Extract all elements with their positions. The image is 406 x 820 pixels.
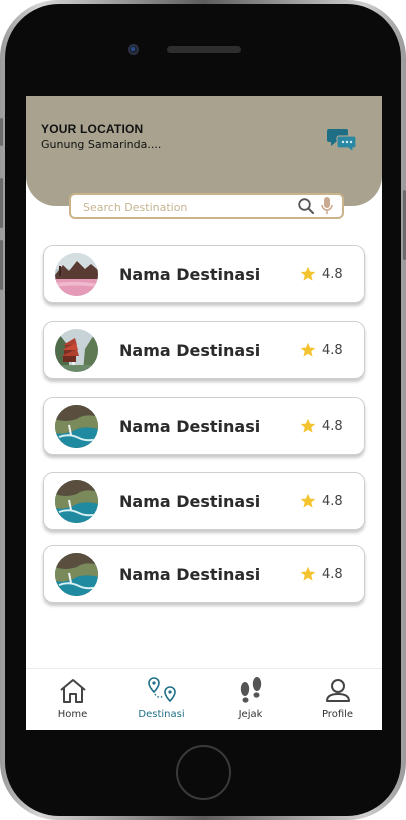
destination-thumbnail xyxy=(55,253,98,296)
destination-card[interactable]: Nama Destinasi 4.8 xyxy=(43,321,365,379)
search-input[interactable] xyxy=(81,197,285,217)
location-value[interactable]: Gunung Samarinda.... xyxy=(41,138,161,151)
star-icon xyxy=(300,418,316,433)
tab-destinasi[interactable]: Destinasi xyxy=(117,669,206,730)
destination-card[interactable]: Nama Destinasi 4.8 xyxy=(43,245,365,303)
destination-thumbnail xyxy=(55,405,98,448)
star-icon xyxy=(300,266,316,281)
map-pin-route-icon xyxy=(148,677,176,703)
destination-name: Nama Destinasi xyxy=(119,492,261,511)
tab-label: Profile xyxy=(321,709,354,720)
tab-label: Destinasi xyxy=(138,709,185,720)
location-label: YOUR LOCATION xyxy=(41,122,144,136)
volume-up-button xyxy=(0,178,3,228)
destination-name: Nama Destinasi xyxy=(119,565,261,584)
tab-label: Jejak xyxy=(238,709,263,720)
front-camera xyxy=(128,44,139,55)
rating-value: 4.8 xyxy=(322,567,343,582)
destination-thumbnail xyxy=(55,480,98,523)
rating-value: 4.8 xyxy=(322,343,343,358)
search-icon[interactable] xyxy=(297,197,315,215)
mute-switch xyxy=(0,118,3,146)
home-button[interactable] xyxy=(176,745,231,800)
earpiece-speaker xyxy=(167,46,241,53)
home-icon xyxy=(60,679,86,703)
destination-card[interactable]: Nama Destinasi 4.8 xyxy=(43,397,365,455)
tab-profile[interactable]: Profile xyxy=(293,669,382,730)
rating-value: 4.8 xyxy=(322,419,343,434)
destination-name: Nama Destinasi xyxy=(119,417,261,436)
volume-down-button xyxy=(0,240,3,290)
profile-icon xyxy=(326,679,350,702)
tab-home[interactable]: Home xyxy=(28,669,117,730)
tab-label: Home xyxy=(57,709,88,720)
destination-card[interactable]: Nama Destinasi 4.8 xyxy=(43,545,365,603)
tab-jejak[interactable]: Jejak xyxy=(206,669,295,730)
app-screen: YOUR LOCATION Gunung Samarinda.... Searc… xyxy=(26,96,382,730)
destination-name: Nama Destinasi xyxy=(119,265,261,284)
destination-name: Nama Destinasi xyxy=(119,341,261,360)
location-header: YOUR LOCATION Gunung Samarinda.... xyxy=(26,96,382,206)
star-icon xyxy=(300,493,316,508)
rating-value: 4.8 xyxy=(322,267,343,282)
star-icon xyxy=(300,566,316,581)
star-icon xyxy=(300,342,316,357)
bottom-tab-bar: Home Destinasi Jejak Profile xyxy=(26,668,382,730)
microphone-icon[interactable] xyxy=(320,196,334,216)
chat-bubbles-icon[interactable] xyxy=(327,127,357,153)
rating-value: 4.8 xyxy=(322,494,343,509)
destination-thumbnail xyxy=(55,329,98,372)
footprints-icon xyxy=(240,677,262,703)
destination-thumbnail xyxy=(55,553,98,596)
search-bar xyxy=(69,193,344,219)
destination-card[interactable]: Nama Destinasi 4.8 xyxy=(43,472,365,530)
